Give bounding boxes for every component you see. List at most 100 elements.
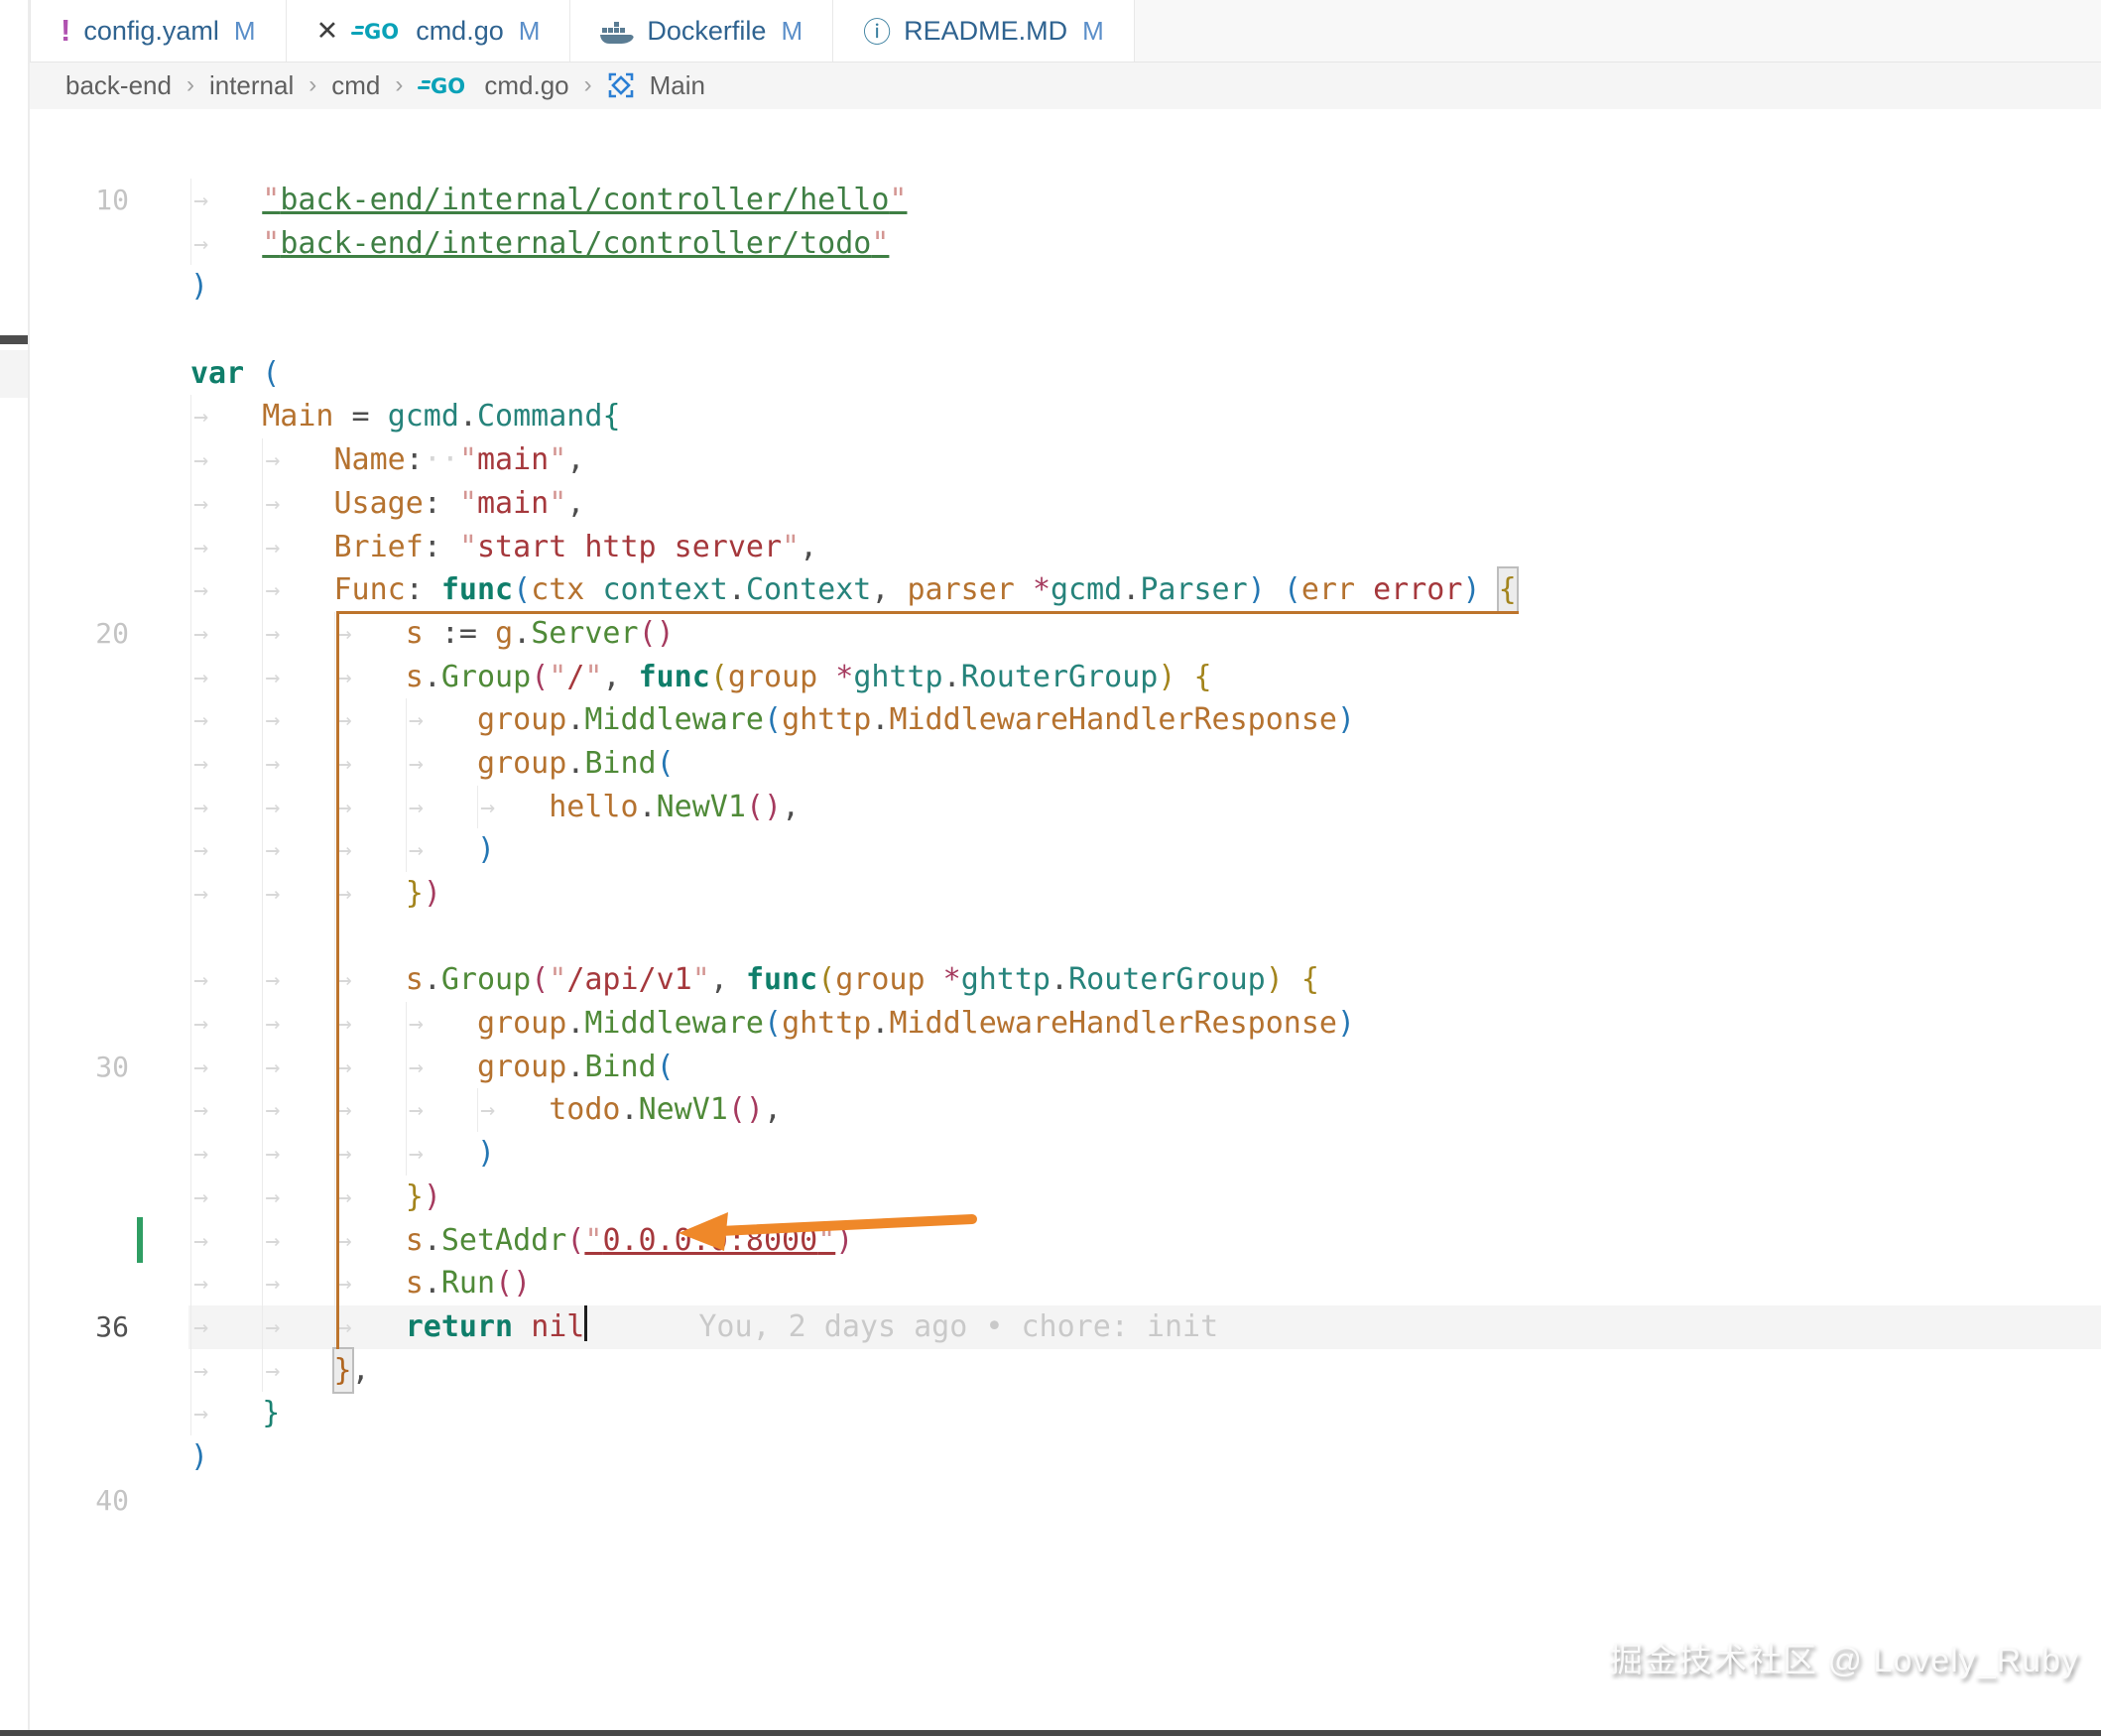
code-line: →Main = gcmd.Command{ [30, 395, 2101, 438]
line-number [30, 698, 129, 742]
code-token: var [190, 352, 244, 396]
modified-badge: M [519, 16, 541, 47]
tab-whitespace: → [190, 1219, 262, 1263]
tab-whitespace: → [190, 612, 262, 656]
svg-text:GO: GO [431, 74, 465, 98]
breadcrumb-item-symbol[interactable]: Main [650, 70, 705, 101]
tab-cmd-go[interactable]: ✕GOcmd.goM [287, 0, 571, 62]
line-number [30, 438, 129, 482]
code-token: " [459, 526, 477, 569]
code-token: Usage [334, 482, 424, 526]
code-token: err [1301, 568, 1355, 612]
code-token [1355, 568, 1373, 612]
gutter-padding [129, 265, 190, 309]
tab-whitespace: → [190, 1002, 262, 1046]
tab-whitespace: → [190, 1176, 262, 1219]
code-token: = [334, 395, 388, 438]
code-token: " [549, 482, 566, 526]
chevron-right-icon: › [186, 71, 194, 99]
modified-badge: M [781, 16, 803, 47]
line-number [30, 1132, 129, 1176]
code-token: " [459, 482, 477, 526]
line-number [30, 1435, 129, 1479]
code-line: ) [30, 265, 2101, 309]
code-token: } [262, 1392, 280, 1435]
tab-whitespace: → [262, 656, 333, 699]
code-token: ( [513, 568, 531, 612]
breadcrumb-item-back-end[interactable]: back-end [65, 70, 172, 101]
code-token: gcmd [1050, 568, 1122, 612]
gutter-padding [129, 1479, 190, 1523]
code-token: " [262, 222, 280, 266]
code-token: ) [190, 265, 208, 309]
tab-readme-md[interactable]: ⓘREADME.MDM [833, 0, 1135, 62]
code-token: " [549, 438, 566, 482]
breadcrumb-item-file[interactable]: cmd.go [484, 70, 568, 101]
close-icon[interactable]: ✕ [316, 16, 339, 47]
line-number [30, 958, 129, 1002]
gutter-padding [129, 568, 190, 612]
left-rail-gray-marker [0, 350, 28, 398]
line-number [30, 526, 129, 569]
code-token: ( [262, 352, 280, 396]
line-number [30, 1088, 129, 1132]
gutter-padding [129, 309, 190, 352]
tab-whitespace: → [262, 568, 333, 612]
tab-whitespace: → [262, 1002, 333, 1046]
tab-whitespace: → [262, 1305, 333, 1349]
tab-whitespace: → [190, 872, 262, 916]
gutter-padding [129, 438, 190, 482]
tab-whitespace: → [262, 526, 333, 569]
gutter-padding [129, 786, 190, 829]
tab-whitespace: → [190, 1392, 262, 1435]
gutter-padding [129, 352, 190, 396]
tab-dockerfile[interactable]: DockerfileM [570, 0, 833, 62]
code-token: " [459, 438, 477, 482]
code-token [584, 568, 602, 612]
code-line: 40 [30, 1479, 2101, 1523]
gutter-padding [129, 1305, 190, 1349]
line-number [30, 352, 129, 396]
gutter-padding [129, 526, 190, 569]
tab-whitespace: → [262, 698, 333, 742]
code-token: , [352, 1349, 370, 1393]
code-token: { [602, 395, 620, 438]
gutter-padding [129, 1435, 190, 1479]
code-token: . [728, 568, 746, 612]
tab-whitespace: → [262, 872, 333, 916]
code-editor[interactable]: 10→"back-end/internal/controller/hello"→… [30, 109, 2101, 1736]
code-token: ) [1462, 568, 1480, 612]
tab-whitespace: → [190, 698, 262, 742]
line-number [30, 1002, 129, 1046]
line-number: 20 [30, 612, 129, 656]
code-line: →→Name:··"main", [30, 438, 2101, 482]
tab-whitespace: → [190, 1305, 262, 1349]
chevron-right-icon: › [395, 71, 403, 99]
breadcrumb-item-cmd[interactable]: cmd [331, 70, 380, 101]
breadcrumb-item-internal[interactable]: internal [209, 70, 294, 101]
tab-label: config.yaml [83, 16, 219, 47]
code-token: Main [262, 395, 333, 438]
line-number [30, 482, 129, 526]
tab-config-yaml[interactable]: !config.yamlM [30, 0, 287, 62]
line-number [30, 395, 129, 438]
line-number: 10 [30, 179, 129, 222]
gutter-padding [129, 612, 190, 656]
tab-label: cmd.go [416, 16, 504, 47]
code-token: : [406, 568, 441, 612]
line-number [30, 265, 129, 309]
code-token: main [477, 482, 549, 526]
tab-whitespace: → [262, 1219, 333, 1263]
warning-icon: ! [61, 13, 70, 49]
tab-whitespace [190, 916, 262, 959]
code-token: { [1499, 568, 1517, 612]
code-token: } [334, 1349, 352, 1393]
tab-whitespace: → [262, 828, 333, 872]
tab-whitespace: → [262, 742, 333, 786]
code-line: →"back-end/internal/controller/todo" [30, 222, 2101, 266]
line-number [30, 742, 129, 786]
code-token: : [406, 438, 424, 482]
line-number [30, 309, 129, 352]
tab-whitespace: → [190, 526, 262, 569]
go-icon: GO [418, 72, 469, 98]
